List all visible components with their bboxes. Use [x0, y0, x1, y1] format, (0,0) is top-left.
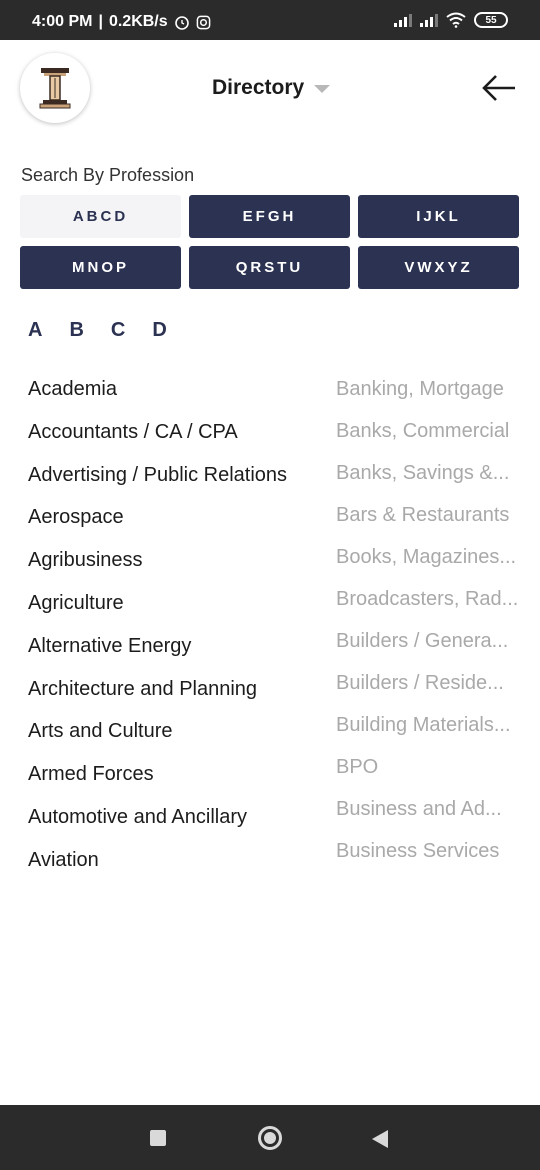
list-item[interactable]: Arts and Culture [28, 717, 287, 760]
directory-dropdown[interactable]: Directory [212, 76, 331, 100]
home-icon[interactable] [258, 1126, 282, 1150]
list-item[interactable]: Books, Magazines... [336, 543, 520, 585]
list-item[interactable]: Aviation [28, 846, 287, 889]
list-item[interactable]: Business Services [336, 837, 520, 879]
pillar-logo-icon [39, 68, 71, 109]
app-logo[interactable] [20, 53, 90, 123]
list-item[interactable]: BPO [336, 753, 520, 795]
arrow-left-icon[interactable] [479, 70, 519, 106]
battery-level: 55 [485, 14, 497, 26]
list-item[interactable]: Armed Forces [28, 760, 287, 803]
letter-d[interactable]: D [152, 319, 166, 342]
wifi-icon [446, 12, 466, 28]
profession-list-b: Banking, Mortgage Banks, Commercial Bank… [336, 375, 520, 879]
letter-c[interactable]: C [111, 319, 125, 342]
list-item[interactable]: Accountants / CA / CPA [28, 418, 287, 461]
group-button-abcd[interactable]: ABCD [20, 195, 181, 238]
status-left: 4:00 PM | 0.2KB/s [32, 13, 211, 31]
list-item[interactable]: Architecture and Planning [28, 675, 287, 718]
letter-filter: A B C D [28, 319, 167, 342]
group-button-efgh[interactable]: EFGH [189, 195, 350, 238]
caret-down-icon [314, 85, 331, 93]
list-item[interactable]: Banks, Savings &... [336, 459, 520, 501]
letter-group-tabs: ABCD EFGH IJKL MNOP QRSTU VWXYZ [20, 195, 520, 289]
status-separator: | [98, 13, 103, 30]
status-bar: 4:00 PM | 0.2KB/s 55 [0, 0, 540, 40]
list-item[interactable]: Alternative Energy [28, 632, 287, 675]
status-net-speed: 0.2KB/s [108, 13, 168, 30]
list-item[interactable]: Advertising / Public Relations [28, 461, 287, 504]
page-title: Directory [212, 76, 305, 99]
group-button-ijkl[interactable]: IJKL [358, 195, 519, 238]
letter-b[interactable]: B [69, 319, 83, 342]
profession-list-a: Academia Accountants / CA / CPA Advertis… [28, 375, 287, 889]
status-right: 55 [394, 12, 508, 28]
letter-a[interactable]: A [28, 319, 42, 342]
list-item[interactable]: Building Materials... [336, 711, 520, 753]
list-item[interactable]: Broadcasters, Rad... [336, 585, 520, 627]
list-item[interactable]: Bars & Restaurants [336, 501, 520, 543]
search-by-profession-label: Search By Profession [21, 165, 195, 185]
signal-icon [394, 13, 412, 27]
list-item[interactable]: Automotive and Ancillary [28, 803, 287, 846]
list-item[interactable]: Business and Ad... [336, 795, 520, 837]
list-item[interactable]: Aerospace [28, 503, 287, 546]
list-item[interactable]: Agriculture [28, 589, 287, 632]
alarm-icon [174, 16, 189, 30]
battery-icon: 55 [474, 12, 508, 28]
group-button-mnop[interactable]: MNOP [20, 246, 181, 289]
list-item[interactable]: Banks, Commercial [336, 417, 520, 459]
instagram-icon [196, 15, 210, 29]
group-button-vwxyz[interactable]: VWXYZ [358, 246, 519, 289]
status-time: 4:00 PM [32, 13, 93, 30]
list-item[interactable]: Builders / Genera... [336, 627, 520, 669]
group-button-qrstu[interactable]: QRSTU [189, 246, 350, 289]
list-item[interactable]: Academia [28, 375, 287, 418]
signal-icon [420, 13, 438, 27]
list-item[interactable]: Agribusiness [28, 546, 287, 589]
recents-icon[interactable] [150, 1130, 166, 1146]
list-item[interactable]: Builders / Reside... [336, 669, 520, 711]
system-nav-bar [0, 1105, 540, 1170]
back-triangle-icon[interactable] [372, 1130, 388, 1148]
list-item[interactable]: Banking, Mortgage [336, 375, 520, 417]
